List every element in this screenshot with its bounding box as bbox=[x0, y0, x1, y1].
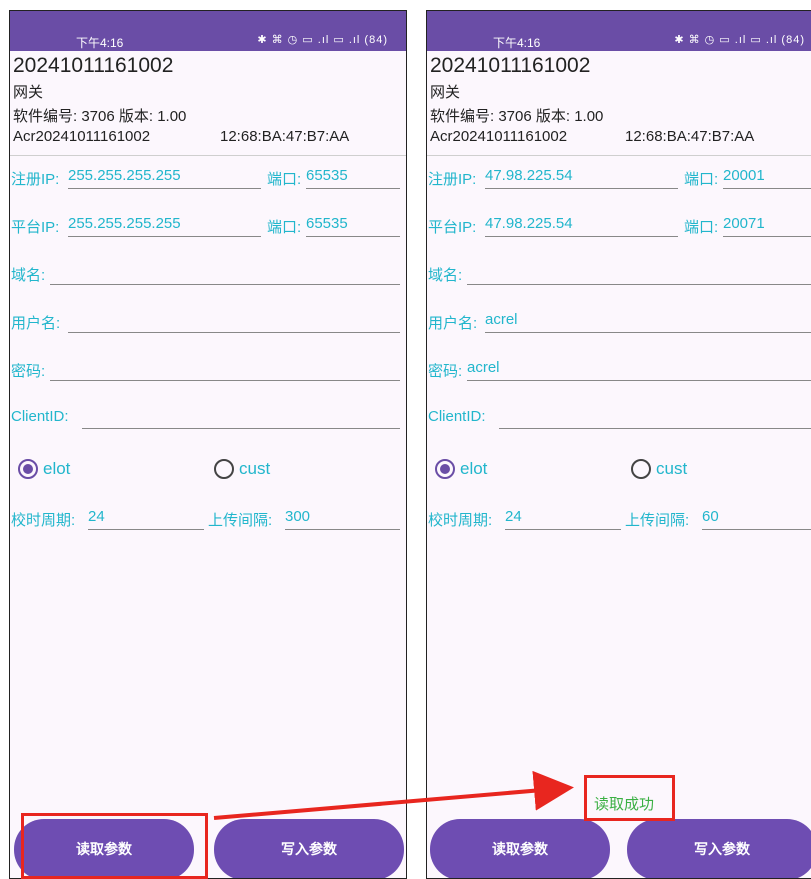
status-bar: 下午4:16 ✱ ⌘ ◷ ▭ .ıl ▭ .ıl (84) bbox=[427, 11, 811, 51]
upload-interval-label: 上传间隔: bbox=[208, 512, 273, 529]
phone-screen-before: 下午4:16 ✱ ⌘ ◷ ▭ .ıl ▭ .ıl (84) 2024101116… bbox=[9, 10, 407, 879]
sync-period-label: 校时周期: bbox=[11, 512, 76, 529]
upload-interval-input[interactable]: 60 bbox=[702, 506, 811, 530]
username-input[interactable] bbox=[68, 309, 400, 333]
highlight-success-toast bbox=[584, 775, 675, 821]
reg-ip-input[interactable]: 47.98.225.54 bbox=[485, 165, 678, 189]
radio-elot[interactable] bbox=[18, 459, 38, 479]
divider bbox=[10, 155, 406, 156]
domain-label: 域名: bbox=[428, 267, 463, 284]
plat-ip-input[interactable]: 255.255.255.255 bbox=[68, 213, 261, 237]
write-params-button[interactable]: 写入参数 bbox=[627, 819, 811, 878]
status-time: 下午4:16 bbox=[493, 36, 541, 50]
device-id: 20241011161002 bbox=[430, 54, 591, 77]
read-params-button[interactable]: 读取参数 bbox=[430, 819, 610, 878]
reg-ip-input[interactable]: 255.255.255.255 bbox=[68, 165, 261, 189]
mac-address: 12:68:BA:47:B7:AA bbox=[220, 128, 350, 145]
plat-port-input[interactable]: 65535 bbox=[306, 213, 400, 237]
reg-port-input[interactable]: 65535 bbox=[306, 165, 400, 189]
domain-input[interactable] bbox=[50, 261, 400, 285]
radio-elot-label: elot bbox=[460, 459, 488, 478]
clientid-label: ClientID: bbox=[11, 408, 69, 425]
radio-cust[interactable] bbox=[631, 459, 651, 479]
status-time: 下午4:16 bbox=[76, 36, 124, 50]
device-type: 网关 bbox=[13, 84, 44, 101]
sync-period-input[interactable]: 24 bbox=[88, 506, 204, 530]
status-bar: 下午4:16 ✱ ⌘ ◷ ▭ .ıl ▭ .ıl (84) bbox=[10, 11, 406, 51]
reg-port-input[interactable]: 20001 bbox=[723, 165, 811, 189]
radio-cust[interactable] bbox=[214, 459, 234, 479]
phone-screen-after: 下午4:16 ✱ ⌘ ◷ ▭ .ıl ▭ .ıl (84) 2024101116… bbox=[426, 10, 811, 879]
password-label: 密码: bbox=[428, 363, 463, 380]
plat-port-label: 端口: bbox=[267, 219, 302, 236]
radio-elot[interactable] bbox=[435, 459, 455, 479]
status-icons: ✱ ⌘ ◷ ▭ .ıl ▭ .ıl (84) bbox=[257, 34, 388, 46]
password-input[interactable]: acrel bbox=[467, 357, 811, 381]
password-label: 密码: bbox=[11, 363, 46, 380]
domain-label: 域名: bbox=[11, 267, 46, 284]
software-info: 软件编号: 3706 版本: 1.00 bbox=[13, 108, 187, 125]
sync-period-input[interactable]: 24 bbox=[505, 506, 621, 530]
device-type: 网关 bbox=[430, 84, 461, 101]
upload-interval-input[interactable]: 300 bbox=[285, 506, 400, 530]
reg-ip-label: 注册IP: bbox=[11, 171, 60, 188]
serial-number: Acr20241011161002 bbox=[13, 128, 151, 145]
device-id: 20241011161002 bbox=[13, 54, 174, 77]
software-info: 软件编号: 3706 版本: 1.00 bbox=[430, 108, 604, 125]
radio-elot-label: elot bbox=[43, 459, 71, 478]
domain-input[interactable] bbox=[467, 261, 811, 285]
plat-port-input[interactable]: 20071 bbox=[723, 213, 811, 237]
username-input[interactable]: acrel bbox=[485, 309, 811, 333]
reg-port-label: 端口: bbox=[267, 171, 302, 188]
plat-ip-label: 平台IP: bbox=[11, 219, 60, 236]
clientid-input[interactable] bbox=[82, 405, 400, 429]
plat-ip-label: 平台IP: bbox=[428, 219, 477, 236]
mac-address: 12:68:BA:47:B7:AA bbox=[625, 128, 755, 145]
divider bbox=[427, 155, 811, 156]
reg-ip-label: 注册IP: bbox=[428, 171, 477, 188]
clientid-input[interactable] bbox=[499, 405, 811, 429]
plat-port-label: 端口: bbox=[684, 219, 719, 236]
highlight-read-button bbox=[21, 813, 208, 879]
clientid-label: ClientID: bbox=[428, 408, 486, 425]
write-params-button[interactable]: 写入参数 bbox=[214, 819, 404, 878]
plat-ip-input[interactable]: 47.98.225.54 bbox=[485, 213, 678, 237]
upload-interval-label: 上传间隔: bbox=[625, 512, 690, 529]
username-label: 用户名: bbox=[11, 315, 61, 332]
password-input[interactable] bbox=[50, 357, 400, 381]
radio-cust-label: cust bbox=[656, 459, 688, 478]
sync-period-label: 校时周期: bbox=[428, 512, 493, 529]
radio-cust-label: cust bbox=[239, 459, 271, 478]
status-icons: ✱ ⌘ ◷ ▭ .ıl ▭ .ıl (84) bbox=[674, 34, 805, 46]
serial-number: Acr20241011161002 bbox=[430, 128, 568, 145]
username-label: 用户名: bbox=[428, 315, 478, 332]
reg-port-label: 端口: bbox=[684, 171, 719, 188]
